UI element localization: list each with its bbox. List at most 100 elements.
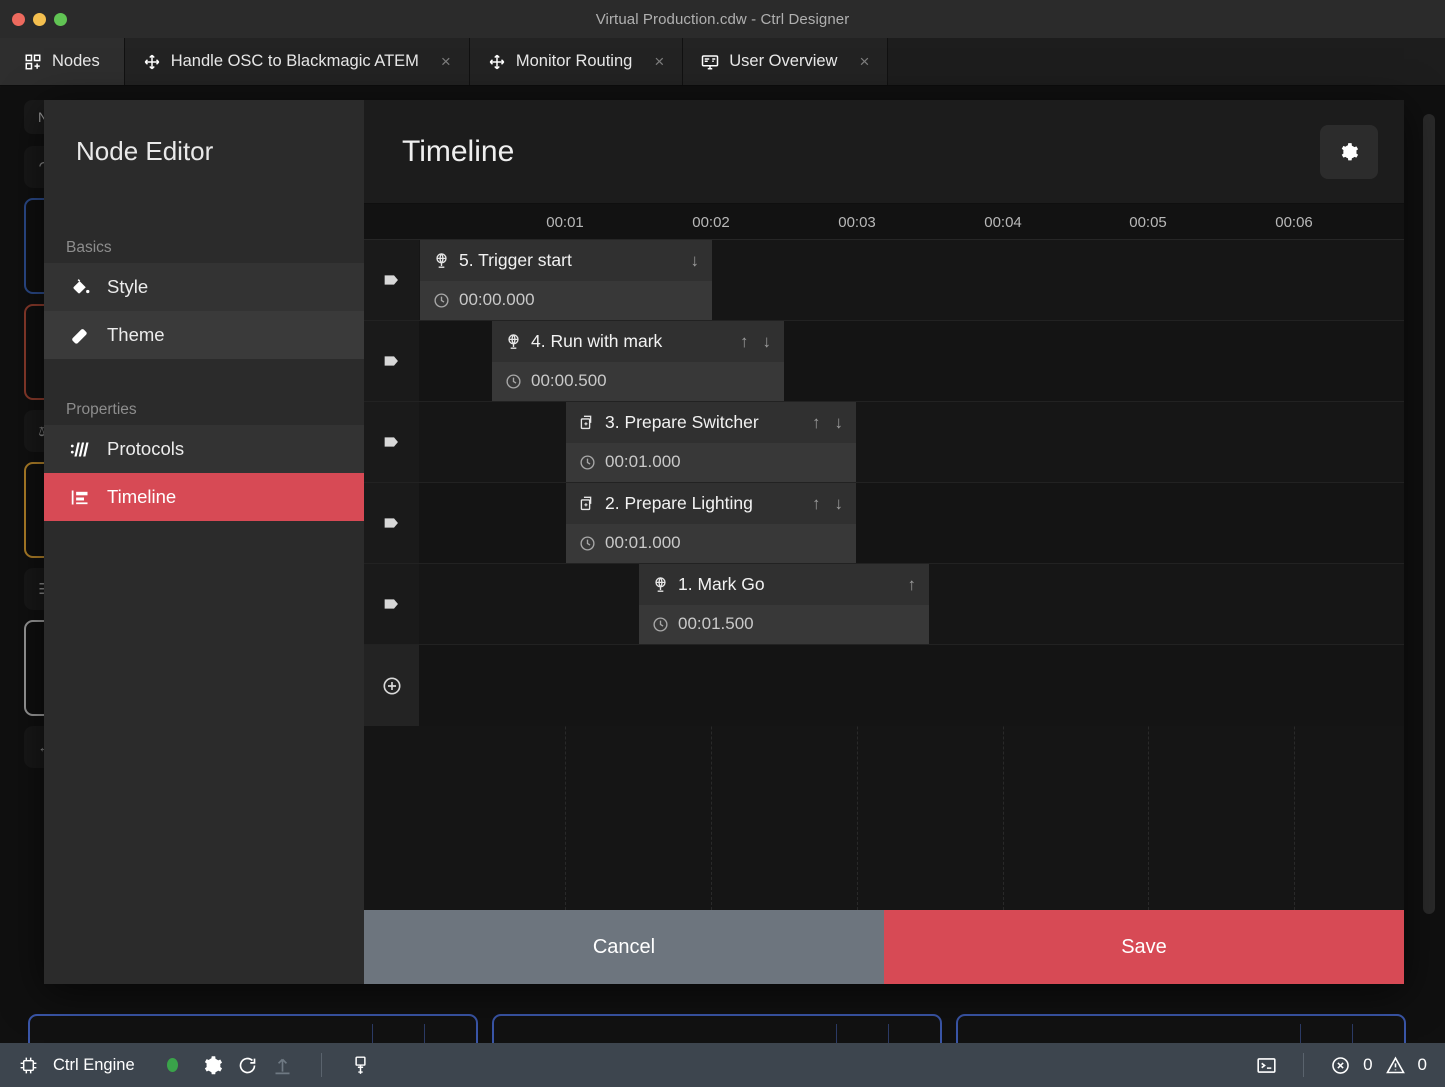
move-up-arrow[interactable]: ↑ <box>740 333 749 350</box>
clip-time[interactable]: 00:01.500 <box>639 605 929 645</box>
tab-label-user-overview: User Overview <box>729 52 837 71</box>
timeline-row[interactable]: 5. Trigger start ↓ 00:00.000 <box>364 240 1404 321</box>
clip-time[interactable]: 00:01.000 <box>566 443 856 483</box>
tag-icon <box>381 431 403 453</box>
tag-icon <box>381 350 403 372</box>
tab-nodes[interactable]: Nodes <box>0 38 125 85</box>
tab-monitor-routing[interactable]: Monitor Routing × <box>470 38 683 85</box>
refresh-icon[interactable] <box>237 1055 258 1076</box>
settings-gear-button[interactable] <box>1320 125 1378 179</box>
warning-icon[interactable] <box>1385 1055 1406 1076</box>
tab-handle-osc[interactable]: Handle OSC to Blackmagic ATEM × <box>125 38 470 85</box>
clip-arrows[interactable]: ↓ <box>679 252 700 269</box>
clip-arrows[interactable]: ↑ <box>896 576 917 593</box>
move-down-arrow[interactable]: ↓ <box>691 252 700 269</box>
timeline-ruler[interactable]: 00:01 00:02 00:03 00:04 00:05 00:06 <box>364 204 1404 240</box>
timeline-clip[interactable]: 2. Prepare Lighting ↑ ↓ <box>566 483 856 563</box>
timeline-clip[interactable]: 3. Prepare Switcher ↑ ↓ <box>566 402 856 482</box>
clip-name: 3. Prepare Switcher <box>605 412 759 433</box>
status-right-group: 0 0 <box>1256 1053 1427 1077</box>
tab-close-icon[interactable]: × <box>859 52 869 72</box>
clip-time[interactable]: 00:01.000 <box>566 524 856 564</box>
window-title: Virtual Production.cdw - Ctrl Designer <box>0 11 1445 28</box>
clip-arrows[interactable]: ↑ ↓ <box>728 333 771 350</box>
tab-label-handle-osc: Handle OSC to Blackmagic ATEM <box>171 52 419 71</box>
clip-time[interactable]: 00:00.000 <box>420 281 712 321</box>
upload-icon[interactable] <box>272 1055 293 1076</box>
edit-pencil-icon[interactable]: ✎ <box>1352 1024 1404 1043</box>
clip-time-value: 00:01.500 <box>678 614 754 634</box>
open-external-icon[interactable]: ↗ <box>836 1024 888 1043</box>
timeline-clip[interactable]: 1. Mark Go ↑ 00:01.500 <box>639 564 929 644</box>
tab-user-overview[interactable]: User Overview × <box>683 38 888 85</box>
clock-icon <box>579 535 596 552</box>
sidebar-item-style[interactable]: Style <box>44 263 364 311</box>
sidebar-item-timeline[interactable]: Timeline <box>44 473 364 521</box>
timeline-clip[interactable]: 4. Run with mark ↑ ↓ <box>492 321 784 401</box>
clip-arrows[interactable]: ↑ ↓ <box>800 414 843 431</box>
terminal-icon[interactable] <box>1256 1055 1277 1076</box>
error-icon[interactable] <box>1330 1055 1351 1076</box>
paint-bucket-icon <box>70 277 91 298</box>
timeline-row[interactable]: 4. Run with mark ↑ ↓ <box>364 321 1404 402</box>
open-external-icon[interactable]: ↗ <box>372 1024 424 1043</box>
move-down-arrow[interactable]: ↓ <box>763 333 772 350</box>
ruler-tick: 00:03 <box>838 204 876 240</box>
tab-bar-filler <box>888 38 1445 85</box>
clock-icon <box>505 373 522 390</box>
row-tag-handle[interactable] <box>364 483 419 563</box>
timeline-rows: 5. Trigger start ↓ 00:00.000 <box>364 240 1404 726</box>
timeline-add-row[interactable] <box>364 645 1404 726</box>
move-up-arrow[interactable]: ↑ <box>908 576 917 593</box>
row-tag-handle[interactable] <box>364 321 419 401</box>
cancel-button[interactable]: Cancel <box>364 910 884 984</box>
timeline-row[interactable]: 3. Prepare Switcher ↑ ↓ <box>364 402 1404 483</box>
row-tag-handle[interactable] <box>364 402 419 482</box>
timeline-body[interactable]: 5. Trigger start ↓ 00:00.000 <box>364 240 1404 910</box>
deploy-icon[interactable] <box>350 1055 371 1076</box>
clock-icon <box>652 616 669 633</box>
edit-pencil-icon[interactable]: ✎ <box>888 1024 940 1043</box>
timeline-header: Timeline <box>364 100 1404 204</box>
canvas-scrollbar[interactable] <box>1423 114 1435 914</box>
timeline-row[interactable]: 2. Prepare Lighting ↑ ↓ <box>364 483 1404 564</box>
canvas-card[interactable]: Handle OSC to Black... ↗ ✎ <box>492 1014 942 1043</box>
clip-header[interactable]: 2. Prepare Lighting ↑ ↓ <box>566 483 856 524</box>
move-up-arrow[interactable]: ↑ <box>812 495 821 512</box>
save-button[interactable]: Save <box>884 910 1404 984</box>
clip-time[interactable]: 00:00.500 <box>492 362 784 402</box>
edit-pencil-icon[interactable]: ✎ <box>424 1024 476 1043</box>
globe-pin-icon <box>433 252 450 269</box>
open-external-icon[interactable]: ↗ <box>1300 1024 1352 1043</box>
move-down-arrow[interactable]: ↓ <box>835 495 844 512</box>
clip-name: 4. Run with mark <box>531 331 662 352</box>
sidebar-item-theme[interactable]: Theme <box>44 311 364 359</box>
gear-icon <box>1339 142 1359 162</box>
clip-header[interactable]: 1. Mark Go ↑ <box>639 564 929 605</box>
canvas-card[interactable]: Handle OSC to Black... ↗ ✎ <box>28 1014 478 1043</box>
timeline-row[interactable]: 1. Mark Go ↑ 00:01.500 <box>364 564 1404 645</box>
sidebar-item-label: Timeline <box>107 486 176 508</box>
row-tag-handle[interactable] <box>364 564 419 644</box>
clip-header[interactable]: 3. Prepare Switcher ↑ ↓ <box>566 402 856 443</box>
nodes-grid-icon <box>24 53 42 71</box>
move-down-arrow[interactable]: ↓ <box>835 414 844 431</box>
canvas-card[interactable]: Monitor Routing ↗ ✎ <box>956 1014 1406 1043</box>
tab-close-icon[interactable]: × <box>654 52 664 72</box>
sidebar-item-protocols[interactable]: Protocols <box>44 425 364 473</box>
clip-name: 5. Trigger start <box>459 250 572 271</box>
add-row-button[interactable] <box>364 645 419 726</box>
canvas-bottom-cards: Handle OSC to Black... ↗ ✎ Handle OSC to… <box>28 1014 1406 1043</box>
clip-header[interactable]: 4. Run with mark ↑ ↓ <box>492 321 784 362</box>
timeline-clip[interactable]: 5. Trigger start ↓ 00:00.000 <box>420 240 712 320</box>
clip-arrows[interactable]: ↑ ↓ <box>800 495 843 512</box>
node-editor-modal: Node Editor Basics Style <box>44 100 1404 984</box>
status-bar: Ctrl Engine <box>0 1043 1445 1087</box>
gear-icon[interactable] <box>202 1055 223 1076</box>
move-up-arrow[interactable]: ↑ <box>812 414 821 431</box>
modal-sidebar: Node Editor Basics Style <box>44 100 364 984</box>
row-tag-handle[interactable] <box>364 240 419 320</box>
clip-header[interactable]: 5. Trigger start ↓ <box>420 240 712 281</box>
warning-count: 0 <box>1418 1055 1427 1075</box>
tab-close-icon[interactable]: × <box>441 52 451 72</box>
